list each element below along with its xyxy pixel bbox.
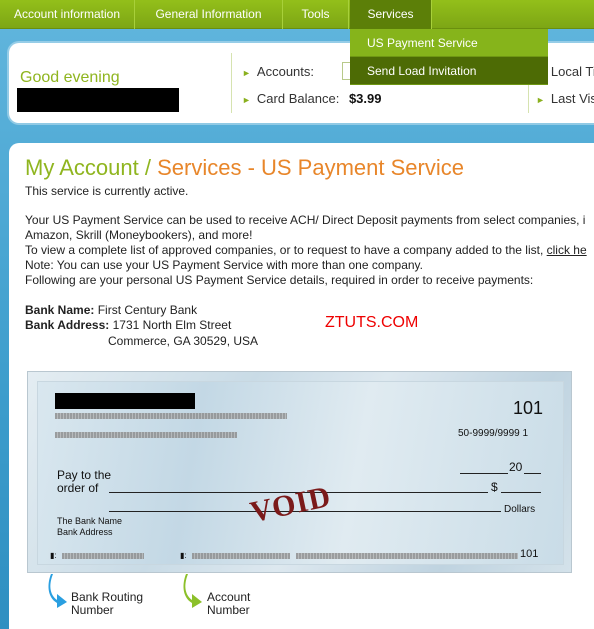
routing-label: Bank Routing Number (71, 591, 143, 617)
click-here-link[interactable]: click he (547, 243, 587, 257)
approved-companies-label: To view a complete list of approved comp… (25, 243, 544, 257)
service-status: This service is currently active. (25, 184, 189, 198)
bullet-icon: ► (242, 68, 251, 78)
pay-to-label-2: order of (57, 481, 99, 495)
tab-account-information[interactable]: Account information (0, 0, 135, 29)
local-time-label: Local Tim (550, 64, 594, 79)
bullet-icon: ► (536, 95, 545, 105)
micr-account-symbol: ▮: (180, 551, 187, 560)
menu-item-send-load-invitation[interactable]: Send Load Invitation (350, 57, 548, 85)
check-bank-name: The Bank Name (57, 516, 123, 526)
routing-label-line-2: Number (71, 603, 114, 617)
blurred-micr-line (296, 553, 518, 559)
bank-name-label: Bank Name: (25, 303, 95, 317)
main-content-panel: My Account / Services - US Payment Servi… (9, 143, 594, 629)
accounts-label: Accounts: (256, 64, 315, 79)
approved-companies-text: To view a complete list of approved comp… (25, 243, 587, 257)
accounts-row: ► Accounts: (242, 64, 314, 79)
date-line (460, 473, 508, 474)
check-face: 101 50-9999/9999 1 20 Pay to the order o… (37, 381, 564, 565)
account-label: Account Number (207, 591, 250, 617)
card-balance-label: Card Balance: (256, 91, 340, 106)
page-title-subsection: Services - US Payment Service (157, 155, 464, 180)
tab-services[interactable]: Services (350, 0, 432, 29)
dollar-sign: $ (491, 480, 498, 494)
dollars-label: Dollars (504, 504, 536, 515)
greeting: Good evening (20, 69, 120, 86)
check-number: 101 (513, 398, 544, 418)
top-nav: Account information General Information … (0, 0, 594, 29)
blurred-address (55, 413, 287, 419)
description-line-2: Amazon, Skrill (Moneybookers), and more! (25, 228, 253, 242)
blurred-routing-number (62, 553, 144, 559)
divider (231, 53, 232, 113)
routing-arrow-icon (48, 574, 67, 608)
amount-line (501, 492, 541, 493)
routing-fraction: 50-9999/9999 1 (458, 428, 529, 439)
void-stamp: VOID (247, 479, 335, 530)
sample-check: 101 50-9999/9999 1 20 Pay to the order o… (27, 371, 572, 573)
menu-item-us-payment-service[interactable]: US Payment Service (350, 29, 548, 57)
bullet-icon: ► (242, 95, 251, 105)
bank-address-line-1: 1731 North Elm Street (112, 318, 232, 332)
details-intro: Following are your personal US Payment S… (25, 273, 534, 287)
account-arrow-icon (183, 574, 202, 608)
note-text: Note: You can use your US Payment Servic… (25, 258, 423, 272)
bank-address-row: Bank Address: 1731 North Elm Street (25, 318, 231, 332)
page-title: My Account / Services - US Payment Servi… (25, 155, 464, 181)
micr-check-number: 101 (520, 548, 539, 560)
bank-address-label: Bank Address: (25, 318, 110, 332)
bank-name-row: Bank Name: First Century Bank (25, 303, 197, 317)
redacted-account-holder (55, 393, 195, 409)
bank-address-line-2: Commerce, GA 30529, USA (108, 334, 259, 348)
bank-name-value: First Century Bank (97, 303, 198, 317)
card-balance-row: ► Card Balance: $3.99 (242, 91, 381, 106)
pay-to-label-1: Pay to the (57, 468, 112, 482)
micr-routing-symbol: ▮: (50, 551, 57, 560)
redacted-username (17, 88, 179, 112)
check-bank-address: Bank Address (57, 527, 113, 537)
date-year-prefix: 20 (509, 460, 523, 474)
last-visit-row: ► Last Visi (536, 91, 594, 106)
services-dropdown: US Payment Service Send Load Invitation (350, 29, 548, 85)
account-label-line-2: Number (207, 603, 250, 617)
watermark-text: ZTUTS.COM (325, 314, 419, 331)
tab-general-information[interactable]: General Information (135, 0, 283, 29)
blurred-address (55, 432, 237, 438)
card-balance-value: $3.99 (348, 91, 382, 106)
date-line (524, 473, 541, 474)
page-title-separator: / (144, 155, 151, 180)
tab-tools[interactable]: Tools (283, 0, 349, 29)
blurred-account-number (192, 553, 290, 559)
description-line-1: Your US Payment Service can be used to r… (25, 213, 586, 227)
page-title-section: My Account (25, 155, 139, 180)
last-visit-label: Last Visi (550, 91, 594, 106)
